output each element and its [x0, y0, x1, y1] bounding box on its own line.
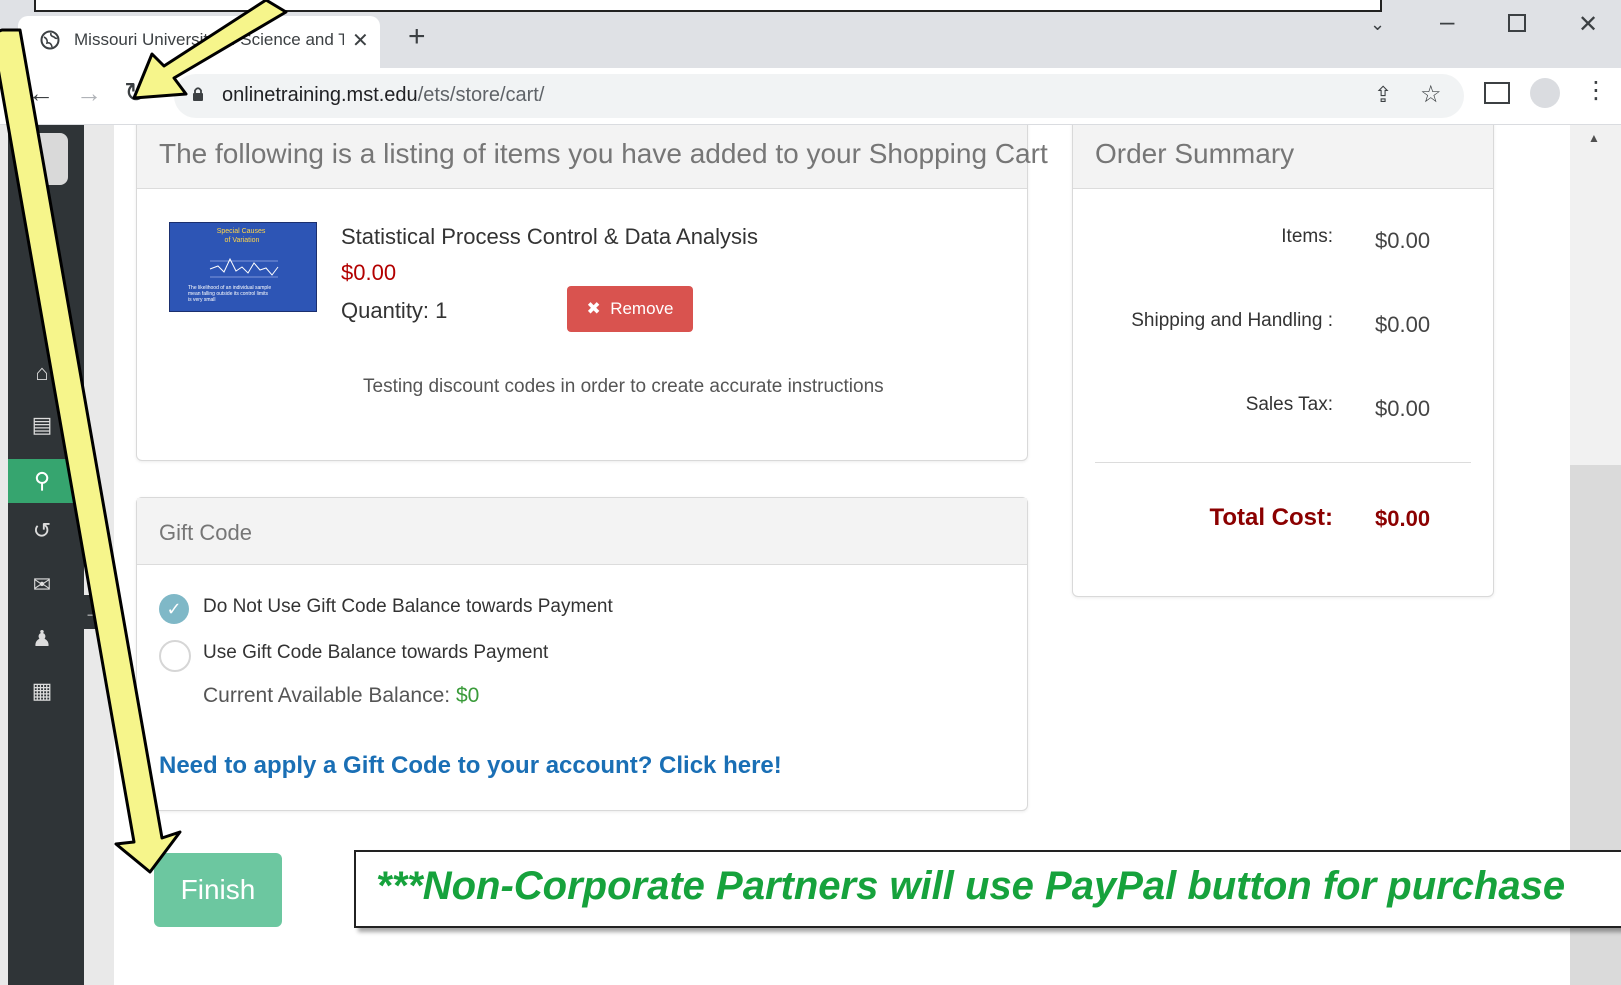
sales-tax-label: Sales Tax: [1245, 394, 1333, 415]
check-icon: ✓ [166, 599, 182, 619]
apply-gift-code-link[interactable]: Need to apply a Gift Code to your accoun… [159, 752, 782, 780]
product-thumbnail[interactable]: Special Causes of Variation The likeliho… [169, 222, 317, 312]
calendar-icon[interactable]: ▦ [8, 671, 76, 711]
product-price: $0.00 [341, 260, 397, 285]
reload-icon[interactable]: ↻ [124, 76, 147, 109]
order-summary-header: Order Summary [1073, 125, 1493, 189]
cart-panel-header: The following is a listing of items you … [137, 125, 1048, 189]
use-gift-code-label[interactable]: Use Gift Code Balance towards Payment [203, 642, 548, 664]
callout-text: ***Non-Corporate Partners will use PayPa… [376, 864, 1566, 908]
avatar[interactable] [24, 133, 68, 185]
url-path: /ets/store/cart/ [417, 84, 545, 106]
gift-code-panel: Gift Code ✓ Do Not Use Gift Code Balance… [136, 497, 1028, 811]
window-close-icon[interactable]: ✕ [1578, 10, 1598, 39]
user-icon[interactable]: ♟ [8, 619, 76, 659]
finish-button[interactable]: Finish [154, 853, 282, 927]
chevron-down-icon[interactable]: ⌄ [1370, 14, 1385, 35]
product-name[interactable]: Statistical Process Control & Data Analy… [341, 224, 758, 250]
no-gift-code-label[interactable]: Do Not Use Gift Code Balance towards Pay… [203, 596, 613, 618]
back-arrow-icon[interactable]: ← [28, 78, 54, 109]
quantity-value: 1 [435, 298, 448, 323]
expand-sidebar-icon[interactable]: → [78, 595, 108, 629]
cart-heading: The following is a listing of items you … [159, 138, 1048, 169]
address-bar[interactable]: onlinetraining.mst.edu/ets/store/cart/ ⇪… [174, 74, 1464, 118]
gift-code-heading: Gift Code [159, 520, 252, 545]
home-icon[interactable]: ⌂ [8, 353, 76, 393]
paypal-callout: ***Non-Corporate Partners will use PayPa… [354, 850, 1621, 928]
new-tab-icon[interactable]: + [408, 22, 426, 52]
sales-tax-value: $0.00 [1375, 396, 1431, 421]
search-icon[interactable]: ⚲ [8, 459, 76, 503]
balance-display: Current Available Balance: $0 [203, 684, 479, 708]
total-cost-label: Total Cost: [1209, 504, 1333, 531]
more-menu-icon[interactable]: ⋮ [1584, 76, 1608, 105]
chat-icon[interactable]: ✉ [8, 565, 76, 605]
minimize-icon[interactable]: – [1440, 6, 1454, 37]
close-icon[interactable]: ✕ [352, 28, 369, 53]
no-gift-code-radio[interactable]: ✓ [159, 594, 189, 624]
forward-arrow-icon[interactable]: → [76, 78, 102, 109]
url-text[interactable]: onlinetraining.mst.edu/ets/store/cart/ [222, 84, 544, 107]
order-summary-panel: Order Summary Items: $0.00 Shipping and … [1072, 125, 1494, 597]
profile-icon[interactable] [1530, 78, 1560, 108]
quantity-display: Quantity: 1 [341, 298, 447, 324]
browser-toolbar: ← → ↻ onlinetraining.mst.edu/ets/store/c… [0, 68, 1621, 125]
quantity-label: Quantity: [341, 298, 430, 323]
remove-button[interactable]: ✖ Remove [567, 286, 693, 332]
book-icon[interactable]: ▤ [8, 405, 76, 445]
annotation-banner [34, 0, 1382, 12]
browser-window: Missouri University of Science and Techn… [0, 0, 1621, 985]
side-panel-icon[interactable] [1484, 82, 1510, 104]
times-icon: ✖ [586, 299, 601, 318]
history-icon[interactable]: ↺ [8, 511, 76, 551]
share-icon[interactable]: ⇪ [1374, 82, 1392, 108]
scroll-up-icon[interactable]: ▲ [1588, 131, 1600, 145]
lock-icon[interactable] [192, 86, 204, 102]
shipping-value: $0.00 [1375, 312, 1431, 337]
globe-icon [40, 30, 60, 50]
balance-value: $0 [455, 684, 480, 707]
product-thumbnail-image: Special Causes of Variation The likeliho… [170, 223, 316, 311]
tab-title: Missouri University of Science and Techn… [74, 30, 344, 49]
order-summary-heading: Order Summary [1095, 138, 1295, 169]
use-gift-code-radio[interactable] [159, 640, 191, 672]
product-note: Testing discount codes in order to creat… [363, 376, 884, 397]
items-label: Items: [1281, 226, 1333, 247]
cart-panel: The following is a listing of items you … [136, 125, 1048, 461]
balance-label: Current Available Balance: [203, 684, 451, 707]
url-host: onlinetraining.mst.edu [222, 84, 418, 106]
summary-divider [1095, 462, 1471, 463]
remove-label: Remove [610, 299, 674, 318]
star-icon[interactable]: ☆ [1420, 80, 1442, 109]
gift-code-header: Gift Code [137, 498, 1027, 565]
items-value: $0.00 [1375, 228, 1431, 253]
browser-tab[interactable]: Missouri University of Science and Techn… [18, 16, 380, 68]
total-cost-value: $0.00 [1375, 506, 1431, 531]
shipping-label: Shipping and Handling : [1131, 310, 1333, 331]
maximize-icon[interactable] [1508, 14, 1526, 32]
left-nav: ⌂ ▤ ⚲ ↺ ✉ ♟ ▦ → [8, 125, 108, 985]
